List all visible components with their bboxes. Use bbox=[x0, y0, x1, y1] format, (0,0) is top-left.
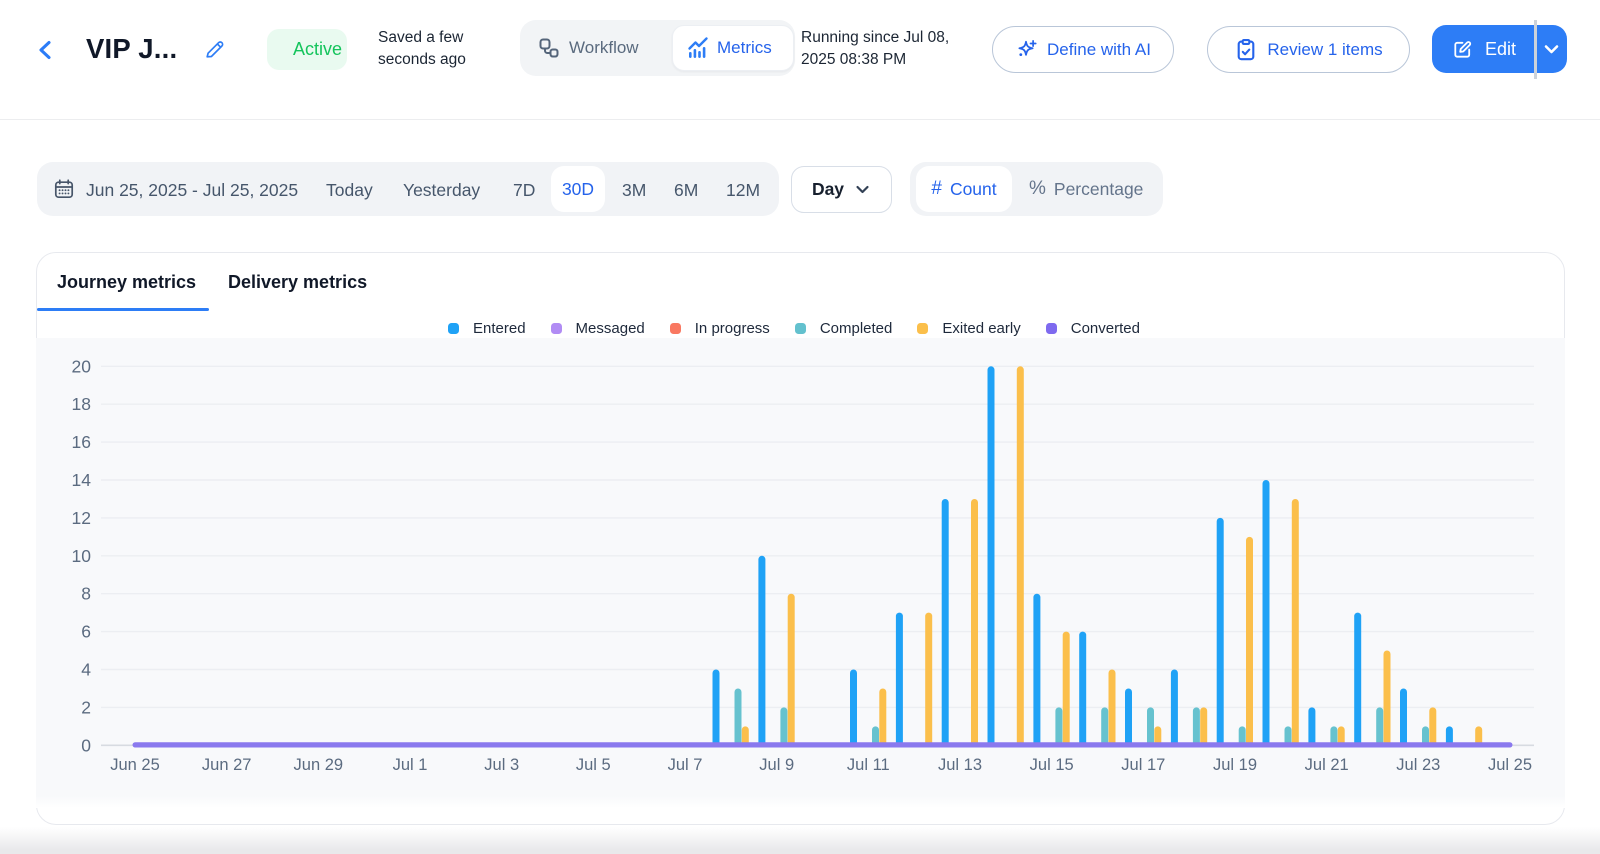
svg-text:Jul 15: Jul 15 bbox=[1030, 756, 1074, 774]
svg-text:Jul 1: Jul 1 bbox=[393, 756, 428, 774]
svg-text:Jul 25: Jul 25 bbox=[1488, 756, 1532, 774]
svg-text:14: 14 bbox=[72, 470, 92, 490]
svg-text:Jul 13: Jul 13 bbox=[938, 756, 982, 774]
svg-text:12: 12 bbox=[72, 508, 91, 528]
svg-text:4: 4 bbox=[81, 660, 91, 680]
svg-text:Jul 3: Jul 3 bbox=[484, 756, 519, 774]
svg-text:Jun 25: Jun 25 bbox=[110, 756, 160, 774]
svg-text:Jul 23: Jul 23 bbox=[1396, 756, 1440, 774]
svg-text:8: 8 bbox=[81, 584, 91, 604]
svg-text:Jul 17: Jul 17 bbox=[1121, 756, 1165, 774]
svg-text:2: 2 bbox=[81, 697, 91, 717]
svg-text:0: 0 bbox=[81, 735, 91, 755]
svg-text:20: 20 bbox=[72, 356, 92, 376]
svg-text:6: 6 bbox=[81, 622, 91, 642]
svg-text:Jul 11: Jul 11 bbox=[847, 756, 890, 774]
svg-text:Jun 27: Jun 27 bbox=[202, 756, 252, 774]
svg-text:Jul 9: Jul 9 bbox=[759, 756, 794, 774]
svg-text:Jul 19: Jul 19 bbox=[1213, 756, 1257, 774]
svg-text:Jul 7: Jul 7 bbox=[668, 756, 703, 774]
svg-text:Jul 5: Jul 5 bbox=[576, 756, 611, 774]
svg-text:Jul 21: Jul 21 bbox=[1305, 756, 1349, 774]
svg-text:16: 16 bbox=[72, 432, 91, 452]
svg-text:18: 18 bbox=[72, 394, 91, 414]
svg-text:10: 10 bbox=[72, 546, 92, 566]
svg-text:Jun 29: Jun 29 bbox=[294, 756, 344, 774]
